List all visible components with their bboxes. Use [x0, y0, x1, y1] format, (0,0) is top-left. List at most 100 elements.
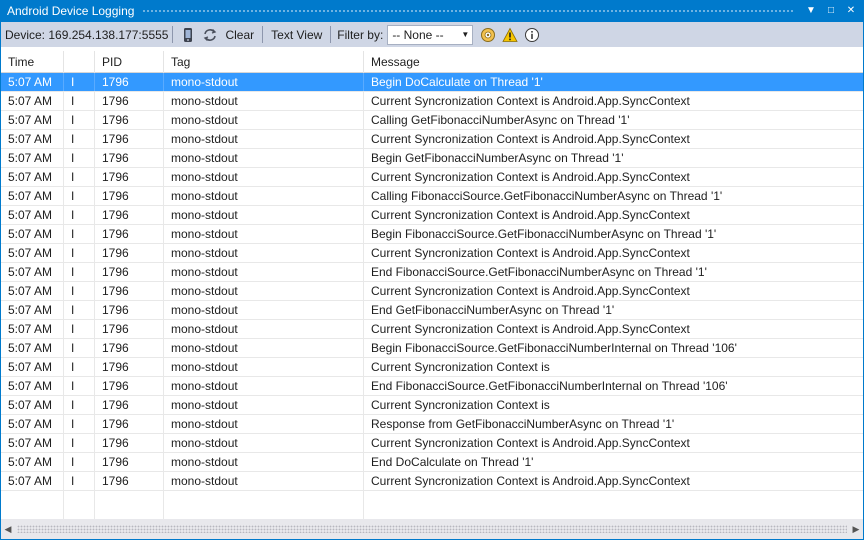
cell-pid: 1796: [95, 358, 164, 376]
cell-time: 5:07 AM: [1, 358, 64, 376]
cell-tag: mono-stdout: [164, 358, 364, 376]
column-header-tag[interactable]: Tag: [164, 51, 364, 73]
cell-message: Begin FibonacciSource.GetFibonacciNumber…: [371, 341, 737, 355]
clear-button[interactable]: Clear: [221, 28, 258, 42]
warning-filter-icon[interactable]: [501, 26, 519, 44]
table-row[interactable]: 5:07 AM I 1796 mono-stdout Current Syncroniz…: [1, 130, 863, 149]
cell-message: Current Syncronization Context is Androi…: [371, 436, 690, 450]
cell-message: Current Syncronization Context is Androi…: [371, 246, 690, 260]
grid-header: Time PID Tag Message: [1, 51, 863, 73]
cell-pid: 1796: [95, 187, 164, 205]
chevron-down-icon: ▼: [461, 30, 470, 39]
cell-message: Calling GetFibonacciNumberAsync on Threa…: [371, 113, 630, 127]
column-header-message[interactable]: Message: [364, 51, 863, 73]
cell-tag: mono-stdout: [164, 472, 364, 490]
filter-dropdown[interactable]: -- None -- ▼: [387, 24, 474, 45]
table-row[interactable]: 5:07 AM I 1796 mono-stdout Begin GetFibonacc…: [1, 149, 863, 168]
cell-level: I: [64, 396, 95, 414]
table-row[interactable]: 5:07 AM I 1796 mono-stdout Calling GetFibona…: [1, 111, 863, 130]
empty-cell: [64, 491, 95, 519]
cell-time: 5:07 AM: [1, 73, 64, 91]
cell-pid: 1796: [95, 453, 164, 471]
info-filter-icon[interactable]: [523, 26, 541, 44]
maximize-button[interactable]: □: [823, 3, 839, 19]
table-row[interactable]: 5:07 AM I 1796 mono-stdout Calling Fibonacci…: [1, 187, 863, 206]
cell-time: 5:07 AM: [1, 453, 64, 471]
cell-message: Current Syncronization Context is Androi…: [371, 322, 690, 336]
horizontal-scrollbar[interactable]: ◀ ▶: [0, 519, 864, 540]
cell-tag: mono-stdout: [164, 434, 364, 452]
cell-time: 5:07 AM: [1, 187, 64, 205]
window-position-dropdown-button[interactable]: ▼: [803, 3, 819, 19]
scroll-left-icon[interactable]: ◀: [1, 524, 15, 535]
empty-cell: [164, 491, 364, 519]
cell-time: 5:07 AM: [1, 244, 64, 262]
cell-level: I: [64, 149, 95, 167]
filter-dropdown-value: -- None --: [392, 27, 444, 42]
cell-tag: mono-stdout: [164, 111, 364, 129]
cell-time: 5:07 AM: [1, 339, 64, 357]
table-row[interactable]: 5:07 AM I 1796 mono-stdout Current Syncroniz…: [1, 244, 863, 263]
table-row[interactable]: 5:07 AM I 1796 mono-stdout Current Syncroniz…: [1, 168, 863, 187]
log-grid[interactable]: Time PID Tag Message 5:07 AM I 1796 mono-st…: [0, 47, 864, 519]
table-row[interactable]: 5:07 AM I 1796 mono-stdout Begin FibonacciSo…: [1, 339, 863, 358]
cell-message: End FibonacciSource.GetFibonacciNumberAs…: [371, 265, 707, 279]
error-filter-icon[interactable]: [479, 26, 497, 44]
cell-tag: mono-stdout: [164, 168, 364, 186]
cell-tag: mono-stdout: [164, 149, 364, 167]
close-button[interactable]: ✕: [843, 3, 859, 19]
cell-level: I: [64, 472, 95, 490]
cell-tag: mono-stdout: [164, 396, 364, 414]
cell-level: I: [64, 168, 95, 186]
table-row[interactable]: 5:07 AM I 1796 mono-stdout Begin FibonacciSo…: [1, 225, 863, 244]
cell-tag: mono-stdout: [164, 415, 364, 433]
cell-tag: mono-stdout: [164, 206, 364, 224]
table-row[interactable]: 5:07 AM I 1796 mono-stdout Current Syncroniz…: [1, 434, 863, 453]
cell-message: End GetFibonacciNumberAsync on Thread '1…: [371, 303, 615, 317]
cell-tag: mono-stdout: [164, 263, 364, 281]
cell-level: I: [64, 301, 95, 319]
table-row[interactable]: 5:07 AM I 1796 mono-stdout Response from Get…: [1, 415, 863, 434]
column-header-time[interactable]: Time: [1, 51, 64, 73]
table-row[interactable]: 5:07 AM I 1796 mono-stdout Current Syncroniz…: [1, 358, 863, 377]
table-row[interactable]: 5:07 AM I 1796 mono-stdout Current Syncroniz…: [1, 320, 863, 339]
column-header-level[interactable]: [64, 51, 95, 73]
device-label: Device: 169.254.138.177:5555: [5, 27, 169, 42]
cell-time: 5:07 AM: [1, 301, 64, 319]
cell-level: I: [64, 358, 95, 376]
column-header-pid[interactable]: PID: [95, 51, 164, 73]
cell-pid: 1796: [95, 225, 164, 243]
table-row[interactable]: 5:07 AM I 1796 mono-stdout End GetFibonacciN…: [1, 301, 863, 320]
cell-tag: mono-stdout: [164, 320, 364, 338]
table-row[interactable]: 5:07 AM I 1796 mono-stdout End FibonacciSour…: [1, 263, 863, 282]
toolbar-separator: [262, 26, 264, 43]
cell-time: 5:07 AM: [1, 415, 64, 433]
cell-time: 5:07 AM: [1, 282, 64, 300]
table-row[interactable]: 5:07 AM I 1796 mono-stdout Current Syncroniz…: [1, 206, 863, 225]
cell-message: Current Syncronization Context is: [371, 360, 550, 374]
refresh-icon[interactable]: [201, 26, 219, 44]
cell-time: 5:07 AM: [1, 434, 64, 452]
cell-tag: mono-stdout: [164, 92, 364, 110]
cell-pid: 1796: [95, 111, 164, 129]
titlebar-grip[interactable]: [142, 8, 795, 14]
table-row[interactable]: 5:07 AM I 1796 mono-stdout End FibonacciSour…: [1, 377, 863, 396]
scroll-right-icon[interactable]: ▶: [849, 524, 863, 535]
table-row[interactable]: 5:07 AM I 1796 mono-stdout End DoCalculate o…: [1, 453, 863, 472]
cell-pid: 1796: [95, 149, 164, 167]
cell-pid: 1796: [95, 301, 164, 319]
cell-level: I: [64, 187, 95, 205]
table-row[interactable]: 5:07 AM I 1796 mono-stdout Current Syncroniz…: [1, 472, 863, 491]
scrollbar-track[interactable]: [17, 525, 847, 533]
device-icon[interactable]: [179, 26, 197, 44]
table-row[interactable]: 5:07 AM I 1796 mono-stdout Begin DoCalculate…: [1, 73, 863, 92]
cell-pid: 1796: [95, 415, 164, 433]
window-title: Android Device Logging: [7, 4, 135, 18]
cell-message: Current Syncronization Context is Androi…: [371, 284, 690, 298]
table-row[interactable]: 5:07 AM I 1796 mono-stdout Current Syncroniz…: [1, 396, 863, 415]
empty-cell: [95, 491, 164, 519]
table-row[interactable]: 5:07 AM I 1796 mono-stdout Current Syncroniz…: [1, 282, 863, 301]
text-view-button[interactable]: Text View: [267, 28, 326, 42]
table-row[interactable]: 5:07 AM I 1796 mono-stdout Current Syncroniz…: [1, 92, 863, 111]
cell-message: Current Syncronization Context is Androi…: [371, 474, 690, 488]
